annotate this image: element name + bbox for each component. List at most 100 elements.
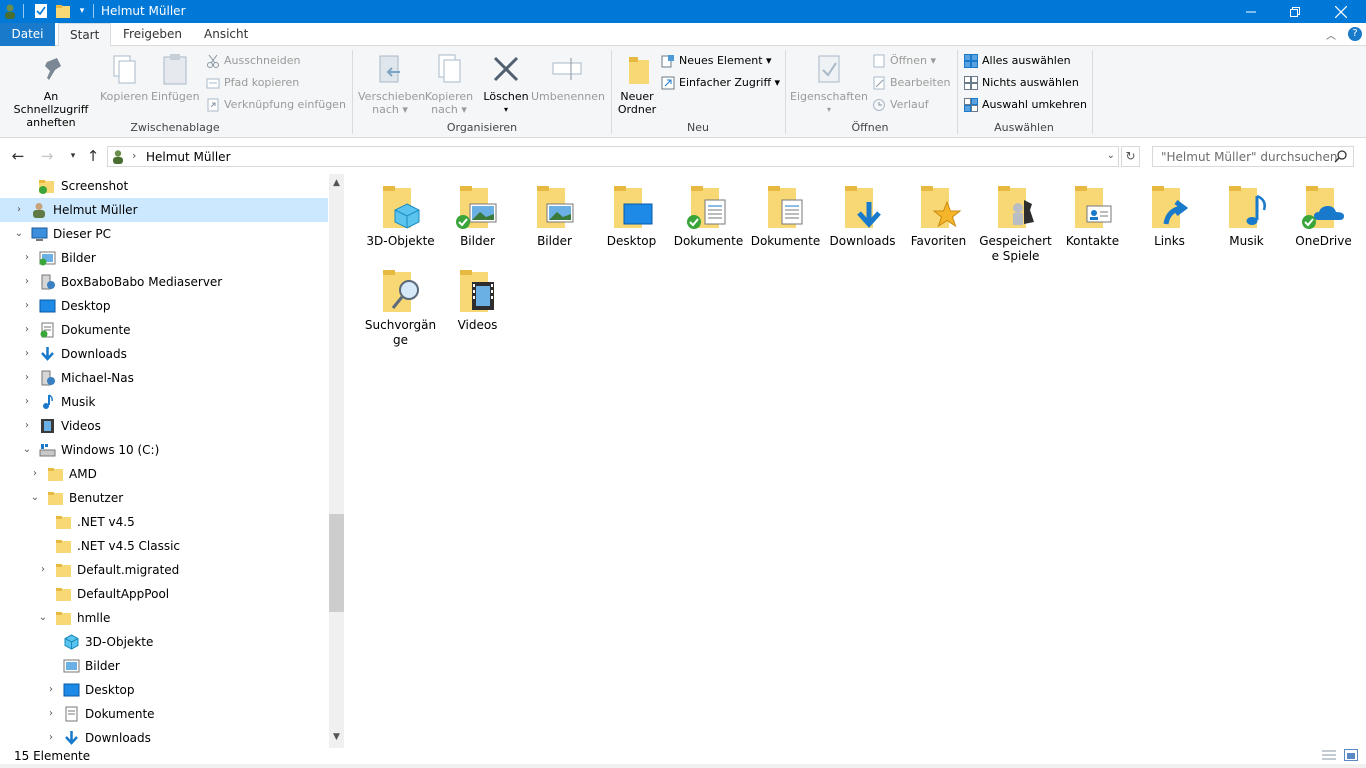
chevron-right-icon[interactable]: › xyxy=(21,300,33,312)
edit-button[interactable]: Bearbeiten xyxy=(872,73,950,93)
tree-item-hmlle-bilder[interactable]: Bilder xyxy=(0,654,328,678)
chevron-down-icon[interactable]: ⌄ xyxy=(13,228,25,240)
close-button[interactable] xyxy=(1318,0,1364,23)
chevron-right-icon[interactable]: › xyxy=(21,420,33,432)
chevron-right-icon[interactable]: › xyxy=(21,252,33,264)
cut-button[interactable]: Ausschneiden xyxy=(206,51,301,71)
tab-freigeben[interactable]: Freigeben xyxy=(112,23,193,46)
chevron-right-icon[interactable]: › xyxy=(21,348,33,360)
paste-button[interactable]: Einfügen xyxy=(151,52,200,103)
rename-button[interactable]: Umbenennen xyxy=(531,52,605,103)
folder-item-bilder-2[interactable]: Bilder xyxy=(516,174,593,249)
folder-item-kontakte[interactable]: Kontakte xyxy=(1054,174,1131,249)
folder-item-downloads[interactable]: Downloads xyxy=(824,174,901,249)
tree-item-hmlle-dokumente[interactable]: › Dokumente xyxy=(0,702,328,726)
open-button[interactable]: Öffnen ▾ xyxy=(872,51,936,71)
folder-item-dokumente[interactable]: Dokumente xyxy=(670,174,747,249)
address-history-chevron-icon[interactable]: ⌄ xyxy=(1107,150,1115,161)
tree-item-hmlle-desktop[interactable]: › Desktop xyxy=(0,678,328,702)
breadcrumb-chevron-icon[interactable]: › xyxy=(132,149,136,162)
tab-start[interactable]: Start xyxy=(58,23,112,47)
large-icons-view-icon[interactable] xyxy=(1344,749,1358,761)
tree-item-videos[interactable]: › Videos xyxy=(0,414,328,438)
back-arrow-icon[interactable]: ← xyxy=(9,147,27,165)
tree-item-hmlle[interactable]: ⌄ hmlle xyxy=(0,606,328,630)
properties-button[interactable]: Eigenschaften ▾ xyxy=(790,52,868,116)
folder-item-gespeicherte-spiele[interactable]: Gespeicherte Spiele xyxy=(977,174,1054,264)
breadcrumb-current[interactable]: Helmut Müller xyxy=(146,150,231,164)
chevron-down-icon[interactable]: ⌄ xyxy=(37,612,49,624)
folder-item-dokumente-2[interactable]: Dokumente xyxy=(747,174,824,249)
folder-item-favoriten[interactable]: Favoriten xyxy=(900,174,977,249)
new-folder-quick-icon[interactable] xyxy=(55,3,71,19)
copy-path-button[interactable]: Pfad kopieren xyxy=(206,73,299,93)
details-view-icon[interactable] xyxy=(1322,749,1336,761)
tree-item-musik[interactable]: › Musik xyxy=(0,390,328,414)
recent-locations-chevron-icon[interactable]: ▾ xyxy=(64,147,82,165)
tree-item-hmlle-downloads[interactable]: › Downloads xyxy=(0,726,328,748)
help-icon[interactable]: ? xyxy=(1348,27,1362,41)
tree-item-screenshot[interactable]: Screenshot xyxy=(0,174,328,198)
tree-item-3d-objekte[interactable]: 3D-Objekte xyxy=(0,630,328,654)
history-button[interactable]: Verlauf xyxy=(872,95,929,115)
folder-item-onedrive[interactable]: OneDrive xyxy=(1285,174,1362,249)
chevron-right-icon[interactable]: › xyxy=(37,564,49,576)
chevron-right-icon[interactable]: › xyxy=(21,372,33,384)
select-none-button[interactable]: Nichts auswählen xyxy=(964,73,1079,93)
pin-quick-access-button[interactable]: An Schnellzugriff anheften xyxy=(6,52,96,129)
tree-item-default-migrated[interactable]: › Default.migrated xyxy=(0,558,328,582)
scroll-down-arrow-icon[interactable]: ▼ xyxy=(329,730,344,745)
tree-item-dokumente[interactable]: › Dokumente xyxy=(0,318,328,342)
folder-item-links[interactable]: Links xyxy=(1131,174,1208,249)
quick-access-dropdown-icon[interactable]: ▾ xyxy=(74,3,90,19)
tree-item-michael-nas[interactable]: › Michael-Nas xyxy=(0,366,328,390)
chevron-right-icon[interactable]: › xyxy=(29,468,41,480)
tab-ansicht[interactable]: Ansicht xyxy=(193,23,259,46)
folder-item-3d-objekte[interactable]: 3D-Objekte xyxy=(362,174,439,249)
folder-item-musik[interactable]: Musik xyxy=(1208,174,1285,249)
move-to-button[interactable]: Verschieben nach ▾ xyxy=(358,52,425,116)
chevron-right-icon[interactable]: › xyxy=(45,708,57,720)
collapse-ribbon-icon[interactable]: ︿ xyxy=(1326,27,1336,42)
tree-item-windows-c[interactable]: ⌄ Windows 10 (C:) xyxy=(0,438,328,462)
chevron-down-icon[interactable]: ⌄ xyxy=(21,444,33,456)
new-folder-button[interactable]: Neuer Ordner xyxy=(614,52,660,116)
chevron-right-icon[interactable]: › xyxy=(21,324,33,336)
chevron-right-icon[interactable]: › xyxy=(21,396,33,408)
chevron-down-icon[interactable]: ⌄ xyxy=(29,492,41,504)
chevron-right-icon[interactable]: › xyxy=(21,276,33,288)
search-icon[interactable] xyxy=(1334,150,1347,163)
paste-shortcut-button[interactable]: Verknüpfung einfügen xyxy=(206,95,346,115)
tree-item-benutzer[interactable]: ⌄ Benutzer xyxy=(0,486,328,510)
select-all-button[interactable]: Alles auswählen xyxy=(964,51,1071,71)
folder-item-videos[interactable]: Videos xyxy=(439,258,516,333)
scrollbar-thumb[interactable] xyxy=(329,514,344,612)
tree-item-bilder[interactable]: › Bilder xyxy=(0,246,328,270)
forward-arrow-icon[interactable]: → xyxy=(38,147,56,165)
chevron-right-icon[interactable]: › xyxy=(45,684,57,696)
search-field[interactable]: "Helmut Müller" durchsuchen xyxy=(1152,146,1354,167)
minimize-button[interactable] xyxy=(1228,0,1274,23)
tree-item-dieser-pc[interactable]: ⌄ Dieser PC xyxy=(0,222,328,246)
copy-to-button[interactable]: Kopieren nach ▾ xyxy=(424,52,474,116)
chevron-right-icon[interactable]: › xyxy=(45,732,57,744)
new-item-button[interactable]: Neues Element ▾ xyxy=(661,51,772,71)
tree-item-helmut-mueller[interactable]: › Helmut Müller xyxy=(0,198,328,222)
restore-button[interactable] xyxy=(1272,0,1318,23)
chevron-right-icon[interactable]: › xyxy=(13,204,25,216)
tree-item-amd[interactable]: › AMD xyxy=(0,462,328,486)
tree-scrollbar[interactable]: ▲ ▼ xyxy=(329,174,344,748)
tab-datei[interactable]: Datei xyxy=(0,23,55,46)
scroll-up-arrow-icon[interactable]: ▲ xyxy=(329,176,344,191)
tree-item-downloads[interactable]: › Downloads xyxy=(0,342,328,366)
delete-button[interactable]: Löschen ▾ xyxy=(482,52,530,116)
up-arrow-icon[interactable]: ↑ xyxy=(84,147,102,165)
folder-item-desktop[interactable]: Desktop xyxy=(593,174,670,249)
address-field[interactable]: › Helmut Müller ⌄ xyxy=(107,146,1119,167)
tree-item-net45[interactable]: .NET v4.5 xyxy=(0,510,328,534)
easy-access-button[interactable]: Einfacher Zugriff ▾ xyxy=(661,73,780,93)
tree-item-mediaserver[interactable]: › BoxBaboBabo Mediaserver xyxy=(0,270,328,294)
folder-item-bilder[interactable]: Bilder xyxy=(439,174,516,249)
tree-item-desktop[interactable]: › Desktop xyxy=(0,294,328,318)
properties-icon[interactable] xyxy=(33,3,49,19)
